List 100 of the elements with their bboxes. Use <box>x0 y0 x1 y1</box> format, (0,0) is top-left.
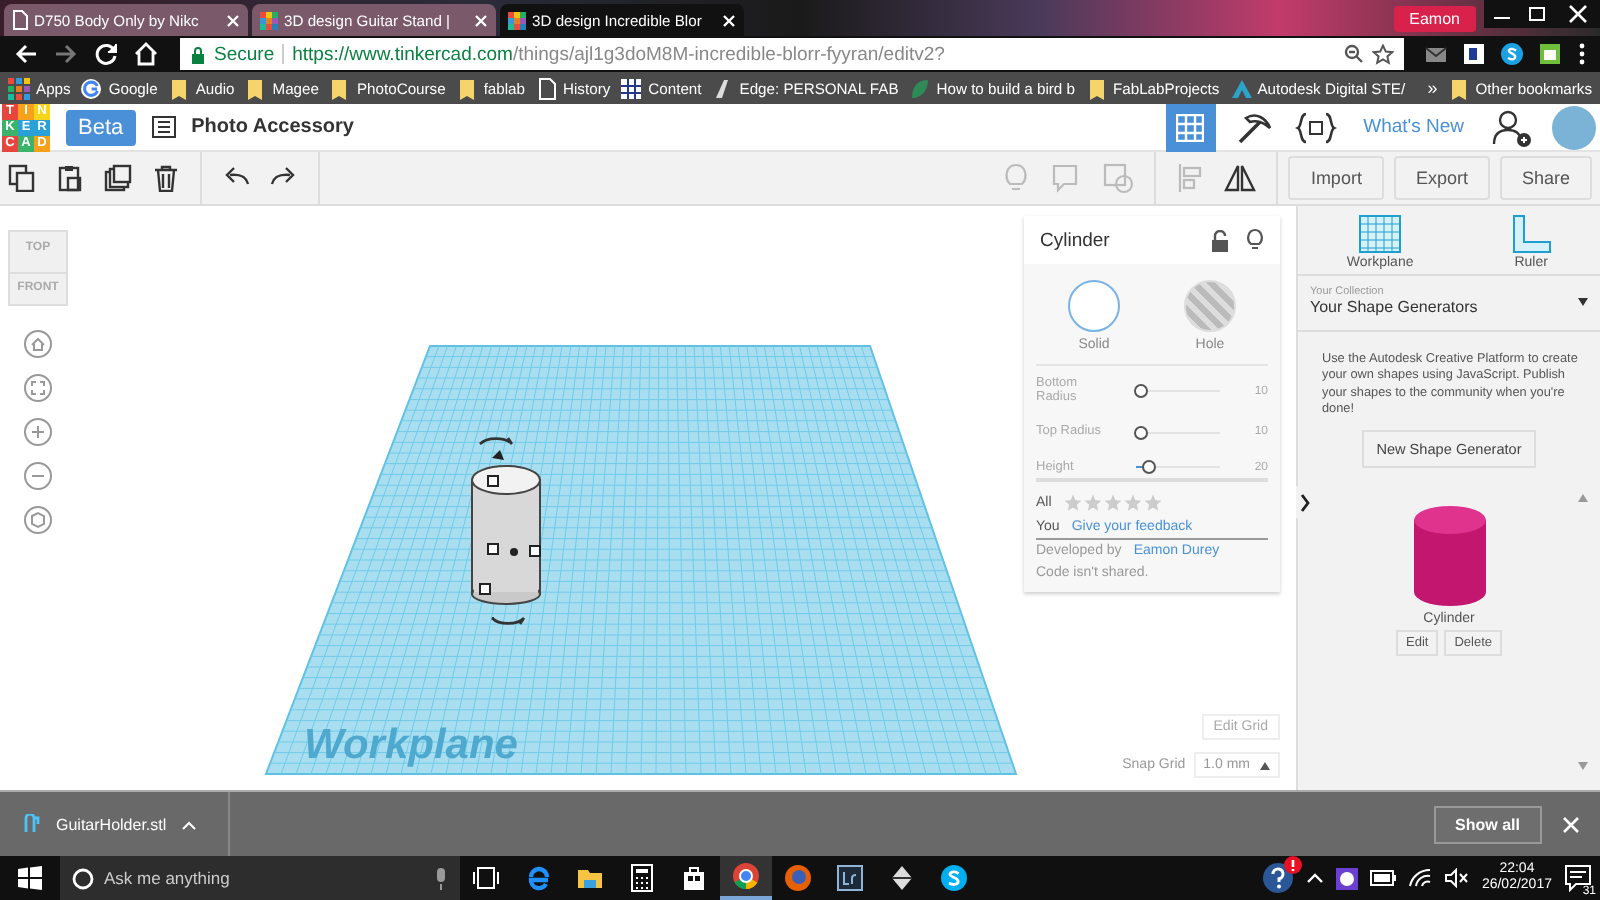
skype-icon[interactable] <box>1500 42 1524 66</box>
ruler-icon <box>1511 214 1552 254</box>
menu-icon[interactable] <box>1576 42 1588 66</box>
diamond-app-icon[interactable] <box>888 864 916 892</box>
star-icon[interactable] <box>1063 494 1082 512</box>
grid-view-button[interactable] <box>1165 103 1216 151</box>
star-rating[interactable] <box>1063 494 1162 512</box>
caret-up-icon <box>1260 761 1270 769</box>
star-icon[interactable] <box>1083 494 1102 512</box>
windows-logo-icon[interactable] <box>18 866 42 890</box>
pickaxe-icon[interactable] <box>1233 109 1274 145</box>
grid-plane-icon <box>1358 214 1403 254</box>
star-icon[interactable] <box>1103 494 1122 512</box>
show-all-button[interactable]: Show all <box>1433 805 1542 843</box>
add-user-icon[interactable] <box>1490 107 1534 147</box>
triangle-logo-icon <box>1229 77 1252 99</box>
toolbar-button[interactable]: Export <box>1393 156 1490 200</box>
toolbar-button[interactable]: Share <box>1499 156 1592 200</box>
toolbar-button[interactable]: Import <box>1288 156 1384 200</box>
folder-icon <box>167 77 190 99</box>
close-icon[interactable] <box>474 13 488 27</box>
help-icon[interactable] <box>1261 862 1294 894</box>
caret-down-icon <box>1578 297 1588 305</box>
search-field[interactable]: Ask me anything <box>60 856 460 900</box>
slider-thumb[interactable] <box>1134 384 1149 398</box>
shopping-bag-icon[interactable] <box>680 864 708 892</box>
folder-icon[interactable] <box>576 864 604 892</box>
star-icon[interactable] <box>1372 43 1394 65</box>
slider[interactable] <box>1136 427 1220 438</box>
robot-icon[interactable] <box>1538 42 1562 66</box>
muted-speaker-icon[interactable] <box>1443 868 1470 888</box>
code-braces-icon[interactable] <box>1293 109 1338 145</box>
workplane-label: Workplane <box>304 722 518 768</box>
grid-icon <box>620 77 643 99</box>
folder-icon <box>1447 77 1470 99</box>
grid-icon <box>1176 113 1205 141</box>
zoom-out-icon[interactable] <box>24 462 52 490</box>
star-icon[interactable] <box>1123 494 1142 512</box>
url-text: https://www.tinkercad.com/things/ajl1g3doM8M-incredible-blorr-fyyran/editv2? <box>292 43 945 65</box>
envelope-icon[interactable] <box>1424 42 1448 66</box>
mirror-icon[interactable] <box>1224 162 1257 194</box>
secure-label: Secure <box>214 43 275 65</box>
letter-b-icon[interactable] <box>1462 42 1486 66</box>
inspector-title: Cylinder <box>1040 229 1110 251</box>
fit-view-icon[interactable] <box>24 374 52 402</box>
folder-icon <box>328 77 351 99</box>
back-arrow-icon[interactable] <box>12 40 40 68</box>
trash-icon[interactable] <box>152 164 180 192</box>
project-title[interactable]: Photo Accessory <box>191 116 354 138</box>
star-icon[interactable] <box>1143 494 1162 512</box>
leaf-icon <box>908 77 931 99</box>
beta-badge: Beta <box>66 109 136 145</box>
colored-grid-icon <box>508 11 526 29</box>
cylinder-icon[interactable] <box>1409 504 1489 609</box>
profile-button[interactable]: Eamon <box>1393 5 1476 31</box>
skype-icon[interactable] <box>940 864 968 892</box>
scroll-caret-up-icon[interactable] <box>1578 494 1588 502</box>
wifi-icon[interactable] <box>1407 868 1432 888</box>
close-icon[interactable] <box>226 13 240 27</box>
lock-icon <box>190 45 206 63</box>
circle-icon <box>72 867 94 889</box>
task-view-icon[interactable] <box>472 864 500 892</box>
forward-arrow-icon[interactable] <box>52 40 80 68</box>
padlock-icon[interactable] <box>1210 229 1230 251</box>
rotate-arrow-icon[interactable] <box>490 616 526 626</box>
smiley-app-icon[interactable] <box>1335 867 1358 889</box>
slider[interactable] <box>1136 386 1220 396</box>
reload-icon[interactable] <box>92 40 120 68</box>
grid-icon <box>8 77 30 99</box>
close-icon[interactable] <box>722 13 736 27</box>
rotate-arrow-icon[interactable] <box>478 436 514 446</box>
scroll-caret-down-icon[interactable] <box>1578 762 1588 770</box>
calculator-icon[interactable] <box>628 864 656 892</box>
folder-icon <box>1085 77 1107 99</box>
colored-grid-icon <box>260 11 278 29</box>
chevron-up-icon[interactable] <box>1305 872 1324 884</box>
folder-icon <box>244 77 267 99</box>
folder-icon <box>455 77 478 99</box>
alert-badge-icon <box>1283 856 1302 874</box>
page-icon <box>12 10 28 30</box>
cylinder-drawing[interactable] <box>471 450 541 605</box>
zoom-icon[interactable] <box>1344 44 1364 64</box>
duplicate-icon[interactable] <box>104 164 132 192</box>
lr-app-icon[interactable] <box>836 864 864 892</box>
slider-thumb[interactable] <box>1134 425 1149 440</box>
perspective-icon[interactable] <box>24 506 52 534</box>
copy-icon[interactable] <box>8 164 36 192</box>
caret-up-icon[interactable] <box>182 819 197 829</box>
paste-icon[interactable] <box>56 164 84 192</box>
slider-thumb[interactable] <box>1141 460 1156 475</box>
lightbulb-icon[interactable] <box>1246 228 1264 252</box>
address-field[interactable]: Secure https://www.tinkercad.com/things/ajl1g3doM8M-incredible-blorr-fyyran/editv2? <box>180 38 1404 70</box>
chrome-logo-icon[interactable] <box>732 862 760 890</box>
more-bookmarks-button[interactable]: » <box>1427 78 1438 98</box>
battery-icon[interactable] <box>1369 870 1396 886</box>
google-g-icon <box>80 77 103 99</box>
microphone-icon[interactable] <box>434 867 448 889</box>
list-icon[interactable] <box>151 116 176 138</box>
firefox-logo-icon[interactable] <box>784 864 812 892</box>
zoom-in-icon[interactable] <box>24 418 52 446</box>
